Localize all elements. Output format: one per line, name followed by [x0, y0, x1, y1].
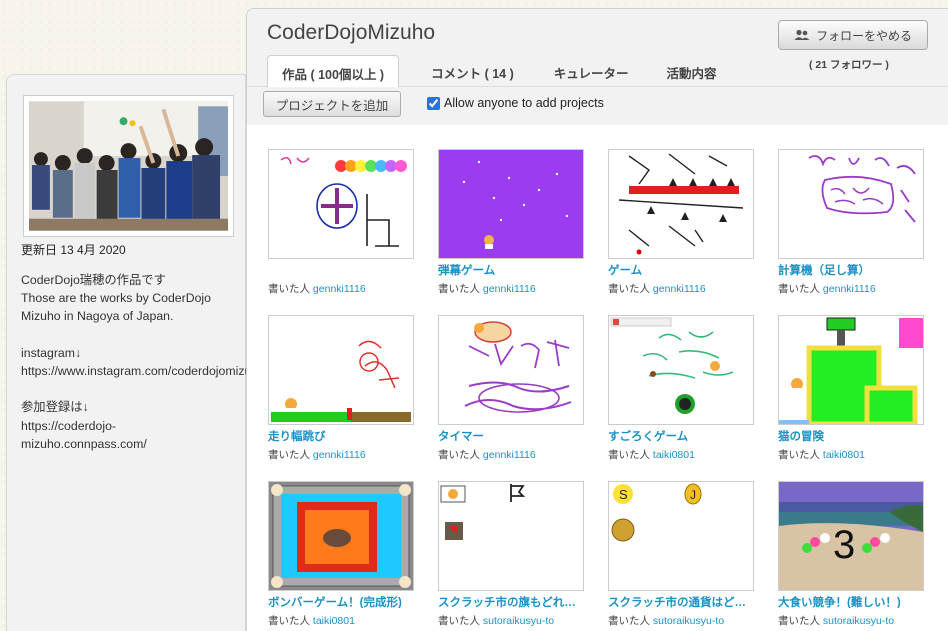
project-author: 書いた人 taiki0801	[778, 447, 928, 462]
project-title[interactable]: 大食い競争！(難しい！)	[778, 594, 924, 608]
author-prefix: 書いた人	[268, 283, 310, 295]
updated-date: 更新日 13 4月 2020	[21, 243, 126, 257]
project-author: 書いた人 taiki0801	[268, 613, 418, 628]
project-card: タイマー 書いた人 gennki1116	[438, 315, 588, 475]
project-author: 書いた人 sutoraikusyu-to	[438, 613, 588, 628]
allow-anyone-label: Allow anyone to add projects	[444, 96, 604, 110]
project-title[interactable]: 弾幕ゲーム	[438, 262, 584, 276]
tab-activity[interactable]: 活動内容	[653, 55, 731, 87]
project-thumbnail[interactable]: S J	[608, 481, 754, 591]
tab-curators[interactable]: キュレーター	[540, 55, 643, 87]
project-thumbnail[interactable]	[608, 149, 754, 259]
project-title[interactable]: ゲーム	[608, 262, 754, 276]
project-thumbnail[interactable]: 3	[778, 481, 924, 591]
project-thumbnail[interactable]	[778, 315, 924, 425]
project-thumbnail[interactable]	[778, 149, 924, 259]
author-link[interactable]: sutoraikusyu-to	[653, 615, 724, 627]
add-project-button[interactable]: プロジェクトを追加	[263, 91, 401, 117]
project-card: 計算機（足し算） 書いた人 gennki1116	[778, 149, 928, 309]
project-card: 3 大食い競争！(難しい！) 書いた人 sutoraikusyu-to	[778, 481, 928, 631]
studio-title: CoderDojoMizuho	[267, 21, 436, 44]
follower-count: ( 21 フォロワー )	[809, 59, 889, 71]
author-link[interactable]: taiki0801	[653, 449, 695, 461]
project-card: すごろくゲーム 書いた人 taiki0801	[608, 315, 758, 475]
author-link[interactable]: gennki1116	[823, 283, 876, 295]
unfollow-button[interactable]: フォローをやめる	[778, 20, 928, 50]
author-prefix: 書いた人	[778, 449, 820, 461]
project-thumbnail[interactable]	[268, 315, 414, 425]
author-prefix: 書いた人	[268, 615, 310, 627]
project-card: スクラッチ市の旗もどれ… 書いた人 sutoraikusyu-to	[438, 481, 588, 631]
author-link[interactable]: gennki1116	[313, 283, 366, 295]
tab-projects[interactable]: 作品 ( 100個以上 )	[267, 55, 400, 87]
project-title[interactable]: 猫の冒険	[778, 428, 924, 442]
author-link[interactable]: gennki1116	[483, 449, 536, 461]
studio-panel: CoderDojoMizuho フォローをやめる ( 21 フォロワー ) 作品…	[246, 8, 948, 631]
project-author: 書いた人 gennki1116	[438, 281, 588, 296]
project-card: ゲーム 書いた人 gennki1116	[608, 149, 758, 309]
project-title[interactable]: スクラッチ市の通貨はど…	[608, 594, 754, 608]
project-author: 書いた人 gennki1116	[268, 281, 418, 296]
project-author: 書いた人 gennki1116	[778, 281, 928, 296]
project-card: S J スクラッチ市の通貨はど… 書いた人 sutoraikusyu-to	[608, 481, 758, 631]
author-prefix: 書いた人	[608, 283, 650, 295]
project-thumbnail[interactable]	[268, 149, 414, 259]
unfollow-label: フォローをやめる	[815, 28, 912, 43]
author-prefix: 書いた人	[438, 283, 480, 295]
author-link[interactable]: taiki0801	[823, 449, 865, 461]
users-icon	[794, 29, 810, 40]
project-title[interactable]: すごろくゲーム	[608, 428, 754, 442]
author-prefix: 書いた人	[778, 283, 820, 295]
svg-text:J: J	[690, 488, 696, 502]
profile-bio: CoderDojo瑞穂の作品です Those are the works by …	[21, 273, 269, 451]
project-thumbnail[interactable]	[438, 481, 584, 591]
project-title[interactable]: タイマー	[438, 428, 584, 442]
project-title[interactable]: スクラッチ市の旗もどれ…	[438, 594, 584, 608]
profile-photo	[23, 95, 234, 237]
project-author: 書いた人 sutoraikusyu-to	[608, 613, 758, 628]
author-prefix: 書いた人	[438, 615, 480, 627]
author-link[interactable]: taiki0801	[313, 615, 355, 627]
project-card: 書いた人 gennki1116	[268, 149, 418, 309]
project-title[interactable]: 計算機（足し算）	[778, 262, 924, 276]
author-link[interactable]: gennki1116	[313, 449, 366, 461]
tab-comments[interactable]: コメント ( 14 )	[417, 55, 528, 87]
project-thumbnail[interactable]	[438, 315, 584, 425]
project-card: 弾幕ゲーム 書いた人 gennki1116	[438, 149, 588, 309]
profile-card: 更新日 13 4月 2020 CoderDojo瑞穂の作品です Those ar…	[6, 74, 269, 631]
group-photo-image	[29, 101, 228, 231]
project-author: 書いた人 gennki1116	[268, 447, 418, 462]
author-prefix: 書いた人	[608, 615, 650, 627]
allow-anyone-option[interactable]: Allow anyone to add projects	[427, 96, 604, 110]
author-prefix: 書いた人	[608, 449, 650, 461]
author-link[interactable]: sutoraikusyu-to	[483, 615, 554, 627]
project-title[interactable]: ボンバーゲーム！(完成形)	[268, 594, 414, 608]
author-prefix: 書いた人	[438, 449, 480, 461]
author-prefix: 書いた人	[778, 615, 820, 627]
project-author: 書いた人 gennki1116	[608, 281, 758, 296]
allow-anyone-checkbox[interactable]	[427, 96, 440, 110]
project-title[interactable]	[268, 262, 414, 276]
svg-text:S: S	[619, 487, 628, 502]
author-link[interactable]: gennki1116	[483, 283, 536, 295]
project-card: ボンバーゲーム！(完成形) 書いた人 taiki0801	[268, 481, 418, 631]
author-link[interactable]: gennki1116	[653, 283, 706, 295]
project-thumbnail[interactable]	[438, 149, 584, 259]
author-link[interactable]: sutoraikusyu-to	[823, 615, 894, 627]
project-title[interactable]: 走り幅跳び	[268, 428, 414, 442]
project-card: 猫の冒険 書いた人 taiki0801	[778, 315, 928, 475]
svg-text:3: 3	[833, 523, 855, 567]
project-thumbnail[interactable]	[608, 315, 754, 425]
project-thumbnail[interactable]	[268, 481, 414, 591]
author-prefix: 書いた人	[268, 449, 310, 461]
studio-tabs: 作品 ( 100個以上 ) コメント ( 14 ) キュレーター 活動内容	[267, 55, 731, 87]
project-card: 走り幅跳び 書いた人 gennki1116	[268, 315, 418, 475]
project-author: 書いた人 gennki1116	[438, 447, 588, 462]
project-author: 書いた人 taiki0801	[608, 447, 758, 462]
project-author: 書いた人 sutoraikusyu-to	[778, 613, 928, 628]
